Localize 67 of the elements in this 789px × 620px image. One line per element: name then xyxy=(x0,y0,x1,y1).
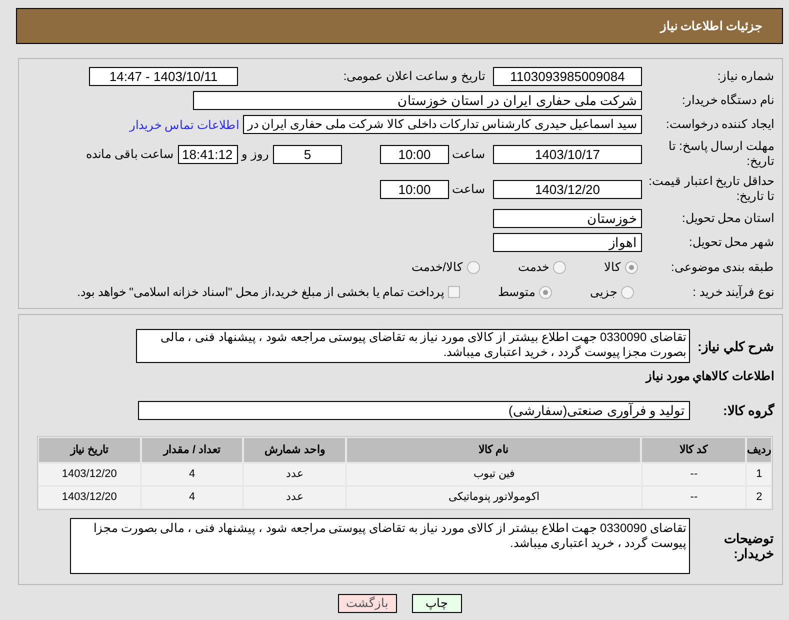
notes-textarea[interactable]: تقاضای 0330090 جهت اطلاع بیشتر از کالای مورد نیاز به تقاضای پیوستی مراجعه شود ، پیشنهاد فنی ، مالی بصورت مجزا پیوست گردد ، خرید اعتباری میباشد. xyxy=(70,518,690,574)
print-button[interactable]: چاپ xyxy=(412,594,462,613)
text-field[interactable]: سید اسماعیل حیدری کارشناس تدارکات داخلی کالا شرکت ملی حفاری ایران در xyxy=(243,115,642,134)
time-label: ساعت xyxy=(451,146,486,163)
field-label: نوع فرآیند خرید : xyxy=(692,284,775,300)
field-label: تاریخ و ساعت اعلان عمومی: xyxy=(342,69,486,84)
table-cell: 2 xyxy=(747,487,771,508)
remaining-label: ساعت باقی مانده xyxy=(86,146,175,163)
text-field[interactable]: 10:00 xyxy=(380,144,449,164)
field-label: حداقل تاریخ اعتبار قیمت: تا تاریخ: xyxy=(648,174,775,204)
contact-link[interactable]: اطلاعات تماس خریدار xyxy=(129,116,239,134)
radio-label: کالا/خدمت xyxy=(412,259,463,276)
field-label: ایجاد کننده درخواست: xyxy=(664,117,775,132)
days-label: روز و xyxy=(240,146,270,163)
text-field[interactable]: 1403/10/17 xyxy=(493,144,642,164)
field-label: شهر محل تحویل: xyxy=(688,235,775,250)
table-cell: اکومولاتور پنوماتیکی xyxy=(347,487,641,508)
table-cell: 1403/12/20 xyxy=(38,487,140,508)
checkbox[interactable] xyxy=(448,286,460,298)
table-cell: 1403/12/20 xyxy=(38,464,140,485)
table-cell: فین تیوب xyxy=(347,464,641,485)
table-cell: -- xyxy=(642,464,746,485)
payment-note: پرداخت تمام یا بخشی از مبلغ خرید،از محل "اسناد خزانه اسلامی" خواهد بود. xyxy=(77,284,444,301)
column-header: واحد شمارش xyxy=(244,438,346,462)
field-label: توضیحات خریدار: xyxy=(723,531,775,561)
field-label: شرح کلي نياز: xyxy=(696,338,775,354)
table-cell: -- xyxy=(642,487,746,508)
column-header: تاریخ نیاز xyxy=(39,438,140,462)
table-cell: عدد xyxy=(244,487,346,508)
field-label: استان محل تحویل: xyxy=(680,211,775,226)
text-field[interactable]: 5 xyxy=(273,144,342,164)
radio-label: کالا xyxy=(604,259,621,276)
column-header: ردیف xyxy=(747,438,771,462)
text-field[interactable]: 1103093985009084 xyxy=(493,67,642,86)
column-header: نام کالا xyxy=(347,438,640,462)
radio-label: خدمت xyxy=(518,259,549,276)
radio-label: متوسط xyxy=(498,284,535,301)
field-label: شماره نیاز: xyxy=(716,69,775,84)
field-label: طبقه بندی موضوعی: xyxy=(670,260,775,274)
table-cell: عدد xyxy=(244,464,346,485)
field-label: گروه کالا: xyxy=(722,403,776,418)
description-textarea[interactable]: تقاضای 0330090 جهت اطلاع بیشتر از کالای مورد نیاز به تقاضای پیوستی مراجعه شود ، پیشنهاد فنی ، مالی بصورت مجزا پیوست گردد ، خرید اعتباری میباشد. xyxy=(136,329,690,363)
text-field[interactable]: 1403/12/20 xyxy=(493,180,642,198)
text-field[interactable]: 10:00 xyxy=(380,180,449,198)
back-button[interactable]: بازگشت xyxy=(338,594,396,613)
radio-button[interactable] xyxy=(467,260,480,274)
text-field[interactable]: اهواز xyxy=(493,233,642,252)
text-field[interactable]: 1403/10/11 - 14:47 xyxy=(89,67,238,86)
countdown-field[interactable]: 18:41:12 xyxy=(178,144,238,164)
radio-button[interactable] xyxy=(553,260,566,274)
table-cell: 4 xyxy=(142,464,242,485)
radio-button[interactable] xyxy=(621,286,634,298)
goods-group-field[interactable]: تولید و فرآوری صنعتی(سفارشی) xyxy=(138,401,690,420)
column-header: کد کالا xyxy=(642,438,745,462)
table-cell: 4 xyxy=(142,487,242,508)
field-label: نام دستگاه خریدار: xyxy=(680,93,775,108)
column-header: تعداد / مقدار xyxy=(142,438,242,462)
text-field[interactable]: شرکت ملی حفاری ایران در استان خوزستان xyxy=(193,91,642,110)
page-title: جزئیات اطلاعات نیاز xyxy=(660,18,762,35)
table-cell: 1 xyxy=(747,464,771,485)
text-field[interactable]: خوزستان xyxy=(493,209,642,228)
time-label: ساعت xyxy=(451,181,486,198)
field-label: مهلت ارسال پاسخ: تا تاریخ: xyxy=(668,139,775,169)
section-heading: اطلاعات کالاهاي مورد نياز xyxy=(644,368,775,385)
radio-label: جزیی xyxy=(590,284,617,301)
radio-button[interactable] xyxy=(625,260,638,274)
radio-button[interactable] xyxy=(539,286,552,298)
